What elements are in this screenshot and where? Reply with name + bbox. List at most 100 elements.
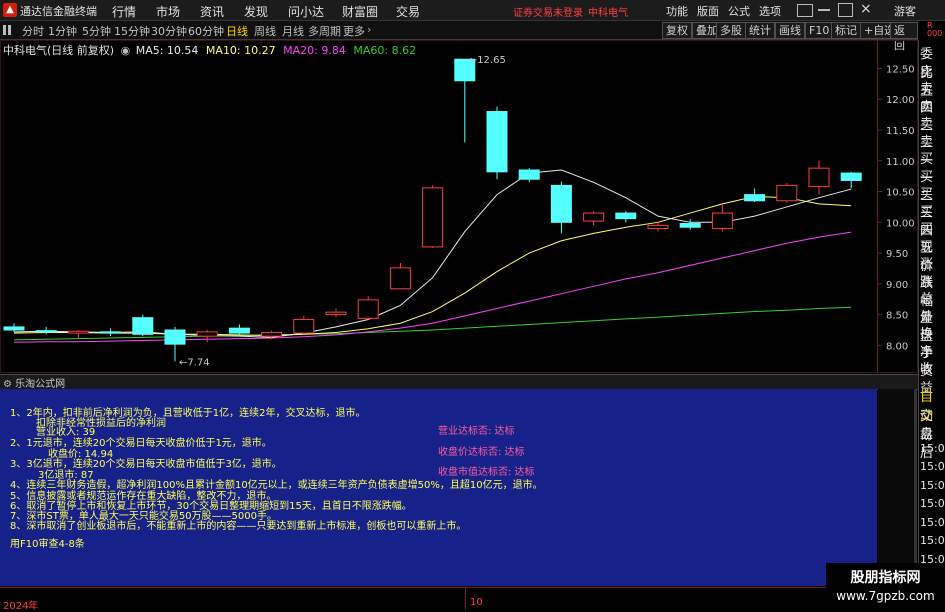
low-price-label: ←7.74 bbox=[179, 357, 210, 368]
candle-body-13 bbox=[422, 187, 444, 248]
period-60min[interactable]: 60分钟 bbox=[188, 23, 224, 39]
formula-output-panel: 1、2年内，扣非前后净利润为负，且营收低于1亿，连续2年，交叉达标，退市。 扣除… bbox=[0, 389, 877, 586]
menu-news[interactable]: 资讯 bbox=[200, 3, 224, 20]
period-multi[interactable]: 多周期 bbox=[308, 23, 341, 39]
back-button[interactable]: 返回 bbox=[890, 22, 918, 52]
watermark-box: 股朋指标网 www.7gpzb.com bbox=[826, 563, 945, 609]
date-start: 2024年 bbox=[3, 601, 39, 612]
ytick-label-7: 9.00 bbox=[886, 280, 908, 291]
stats-button[interactable]: 统计 bbox=[745, 22, 775, 39]
side-lower-8: 15:00 bbox=[920, 534, 945, 547]
formula-panel-header: ⚙ 乐淘公式网 bbox=[0, 374, 918, 390]
period-more[interactable]: 更多 bbox=[343, 23, 365, 39]
period-15min[interactable]: 15分钟 bbox=[114, 23, 150, 39]
scroll-track[interactable] bbox=[914, 389, 917, 586]
candle-body-1 bbox=[35, 330, 57, 333]
candle-body-22 bbox=[711, 212, 733, 229]
maximize-icon[interactable] bbox=[838, 3, 853, 17]
more-chevron-icon[interactable]: › bbox=[367, 23, 371, 36]
minimize-icon[interactable] bbox=[818, 9, 830, 11]
ytick-label-2: 11.50 bbox=[886, 126, 915, 137]
ytick-label-0: 12.50 bbox=[886, 64, 915, 75]
ytick-label-4: 10.50 bbox=[886, 188, 915, 199]
rule-line-8: 8、深市取消了创业板退市后，不能重新上市的内容——只要达到重新上市标准，创板也可… bbox=[10, 521, 467, 532]
layout-button[interactable]: 版面 bbox=[697, 3, 719, 19]
adjust-button[interactable]: 复权 bbox=[662, 22, 692, 39]
side-header-mark: R 000 bbox=[927, 21, 943, 38]
candle-body-16 bbox=[518, 169, 540, 180]
period-1min[interactable]: 1分钟 bbox=[48, 23, 77, 39]
period-toolbar: 分时 1分钟 5分钟 15分钟 30分钟 60分钟 日线 周线 月线 多周期 更… bbox=[0, 21, 918, 52]
rule-f10-note: 用F10审查4-8条 bbox=[10, 539, 85, 550]
ytick-label-5: 10.00 bbox=[886, 218, 915, 229]
period-30min[interactable]: 30分钟 bbox=[151, 23, 187, 39]
function-button[interactable]: 功能 bbox=[666, 3, 688, 19]
candle-body-10 bbox=[325, 311, 347, 316]
ytick-label-8: 8.50 bbox=[886, 311, 908, 322]
candle-body-4 bbox=[132, 317, 154, 335]
close-icon[interactable]: × bbox=[860, 1, 872, 17]
ytick-label-1: 12.00 bbox=[886, 95, 915, 106]
watermark-title: 股朋指标网 bbox=[850, 570, 921, 586]
candle-body-26 bbox=[840, 172, 862, 181]
candle-body-24 bbox=[776, 184, 798, 202]
mark-button[interactable]: 标记 bbox=[831, 22, 861, 39]
options-button[interactable]: 选项 bbox=[759, 3, 781, 19]
candle-body-6 bbox=[196, 331, 218, 337]
candle-body-9 bbox=[293, 319, 315, 334]
candle-body-7 bbox=[228, 327, 250, 334]
date-axis: 2024年 10 bbox=[0, 587, 918, 612]
multistock-button[interactable]: 多股 bbox=[716, 22, 746, 39]
side-lower-4: 15:00 bbox=[920, 460, 945, 473]
restore-window-icon[interactable] bbox=[797, 4, 813, 17]
date-divider bbox=[465, 588, 466, 610]
menu-trade[interactable]: 交易 bbox=[396, 3, 420, 20]
menu-market[interactable]: 市场 bbox=[156, 3, 180, 20]
period-monthly[interactable]: 月线 bbox=[282, 23, 304, 39]
watermark-url: www.7gpzb.com bbox=[836, 589, 935, 603]
date-october: 10 bbox=[470, 597, 483, 608]
period-5min[interactable]: 5分钟 bbox=[82, 23, 111, 39]
candle-body-18 bbox=[583, 212, 605, 222]
f10-button[interactable]: F10 bbox=[805, 22, 834, 39]
candle-body-12 bbox=[389, 267, 411, 290]
side-lower-7: 15:00 bbox=[920, 515, 945, 529]
formula-button[interactable]: 公式 bbox=[728, 3, 750, 19]
side-lower-3: 15:00 bbox=[920, 441, 945, 455]
app-title: 通达信金融终端 bbox=[20, 5, 97, 18]
period-timeshare[interactable]: 分时 bbox=[22, 23, 44, 39]
high-price-label: ←12.65 bbox=[469, 55, 506, 66]
candle-body-11 bbox=[357, 299, 379, 319]
title-bar: ▲ 通达信金融终端 行情 市场 资讯 发现 问小达 财富圈 交易 证券交易未登录… bbox=[0, 0, 945, 21]
candle-body-23 bbox=[744, 194, 766, 202]
period-weekly[interactable]: 周线 bbox=[254, 23, 276, 39]
menu-discover[interactable]: 发现 bbox=[244, 3, 268, 20]
menu-market-quotes[interactable]: 行情 bbox=[112, 3, 136, 20]
candle-body-19 bbox=[615, 212, 637, 220]
app-logo-icon: ▲ bbox=[3, 3, 17, 17]
title-stock-name: 中科电气 bbox=[588, 8, 628, 19]
side-lower-6: 15:00 bbox=[920, 497, 945, 510]
login-status[interactable]: 证券交易未登录 bbox=[513, 4, 583, 19]
period-daily[interactable]: 日线 bbox=[226, 23, 248, 39]
candle-body-0 bbox=[3, 326, 25, 331]
candle-body-2 bbox=[67, 330, 89, 334]
draw-line-button[interactable]: 画线 bbox=[775, 22, 805, 39]
menu-ask[interactable]: 问小达 bbox=[288, 3, 324, 20]
status-revenue: 营业达标否: 达标 bbox=[438, 426, 515, 437]
candle-body-15 bbox=[486, 111, 508, 173]
side-lower-5: 15:00 bbox=[920, 478, 945, 492]
candle-body-25 bbox=[808, 167, 830, 188]
menu-wealth-circle[interactable]: 财富圈 bbox=[342, 3, 378, 20]
candle-body-5 bbox=[164, 329, 186, 345]
candle-body-20 bbox=[647, 224, 669, 229]
formula-scrollbar[interactable] bbox=[878, 389, 917, 586]
status-close-price: 收盘价达标否: 达标 bbox=[438, 447, 525, 458]
candle-body-3 bbox=[100, 331, 122, 334]
pause-icon[interactable] bbox=[3, 25, 11, 35]
kline-svg: 12.50 12.00 11.50 11.00 10.50 10.00 9.50 9.00 8.… bbox=[3, 55, 915, 368]
ytick-label-9: 8.00 bbox=[886, 341, 908, 352]
ytick-label-3: 11.00 bbox=[886, 157, 915, 168]
guest-button[interactable]: 游客 bbox=[894, 3, 916, 19]
ytick-label-6: 9.50 bbox=[886, 249, 908, 260]
